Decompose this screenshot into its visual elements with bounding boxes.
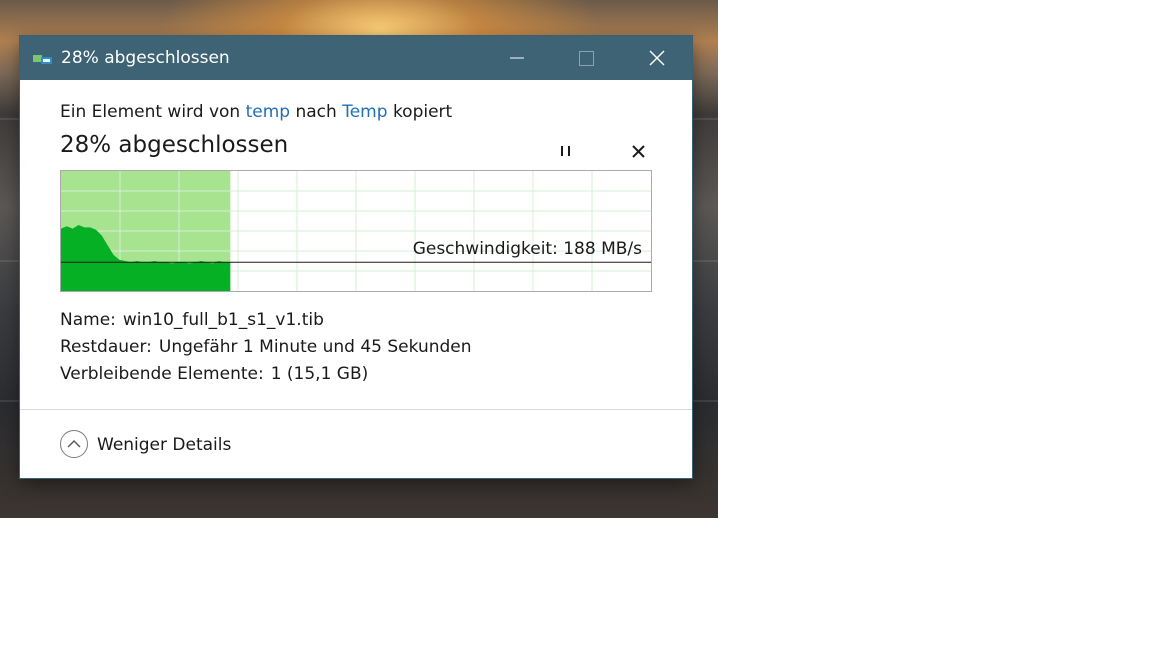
copy-prefix: Ein Element wird von [60,102,241,122]
detail-items-row: Verbleibende Elemente: 1 (15,1 GB) [60,364,368,384]
close-icon [649,50,665,66]
window-title: 28% abgeschlossen [61,48,230,68]
file-name-value: win10_full_b1_s1_v1.tib [122,310,324,330]
pause-button[interactable] [548,136,584,166]
fewer-details-button[interactable]: Weniger Details [60,430,260,462]
progress-heading: 28% abgeschlossen [60,132,289,158]
source-folder-link[interactable]: temp [246,102,290,122]
chevron-up-icon [60,430,88,458]
close-icon [632,145,645,158]
detail-time-row: Restdauer: Ungefähr 1 Minute und 45 Sekun… [60,337,472,357]
footer-divider [20,409,692,410]
cancel-copy-button[interactable] [620,136,656,166]
copy-progress-dialog: 28% abgeschlossen Ein Element wird von t… [20,36,692,478]
copy-middle: nach [295,102,337,122]
time-remaining-value: Ungefähr 1 Minute und 45 Sekunden [158,337,472,357]
speed-label: Geschwindigkeit: 188 MB/s [413,239,642,259]
minimize-icon [510,57,524,59]
maximize-icon [579,51,594,66]
title-bar[interactable]: 28% abgeschlossen [20,36,692,80]
copy-suffix: kopiert [392,102,453,122]
fewer-details-label: Weniger Details [97,435,232,455]
close-button[interactable] [634,36,680,80]
destination-folder-link[interactable]: Temp [342,102,387,122]
file-copy-icon [33,55,52,64]
speed-graph: Geschwindigkeit: 188 MB/s [60,170,652,292]
items-remaining-label: Verbleibende Elemente: [60,364,264,384]
maximize-button [563,36,609,80]
minimize-button[interactable] [494,36,540,80]
pause-icon [561,146,570,156]
dialog-content: Ein Element wird von temp nach Temp kopi… [20,80,692,478]
detail-name-row: Name: win10_full_b1_s1_v1.tib [60,310,324,330]
name-label: Name: [60,310,116,330]
time-remaining-label: Restdauer: [60,337,152,357]
items-remaining-value: 1 (15,1 GB) [270,364,369,384]
copy-description: Ein Element wird von temp nach Temp kopi… [60,102,452,122]
